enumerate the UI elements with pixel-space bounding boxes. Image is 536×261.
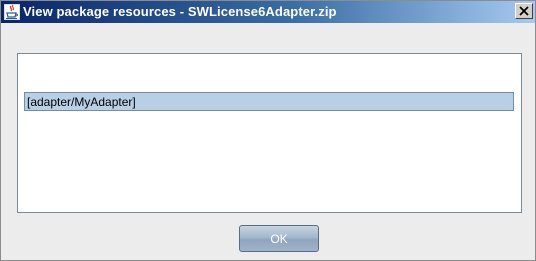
close-icon	[519, 6, 529, 16]
ok-button[interactable]: OK	[239, 225, 319, 252]
list-item[interactable]: [adapter/MyAdapter]	[24, 92, 514, 111]
list-item-label: [adapter/MyAdapter]	[27, 95, 136, 109]
java-coffee-icon	[3, 3, 21, 21]
dialog-window: View package resources - SWLicense6Adapt…	[0, 0, 536, 261]
title-bar[interactable]: View package resources - SWLicense6Adapt…	[1, 1, 535, 23]
resource-list[interactable]: [adapter/MyAdapter]	[17, 53, 522, 213]
close-button[interactable]	[515, 3, 533, 19]
ok-button-label: OK	[270, 232, 288, 246]
window-title: View package resources - SWLicense6Adapt…	[23, 4, 337, 19]
